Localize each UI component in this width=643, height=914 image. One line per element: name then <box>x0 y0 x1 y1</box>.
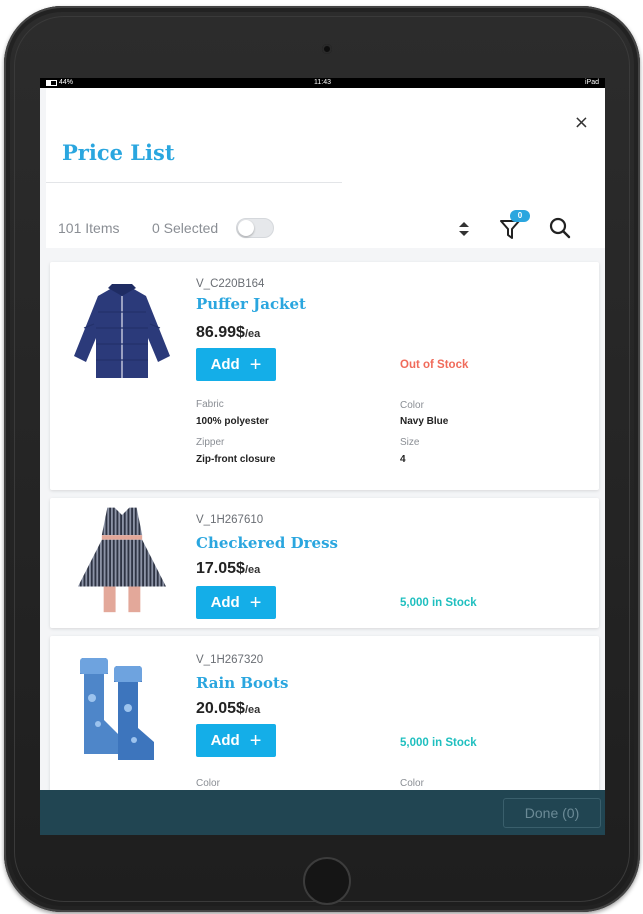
search-icon[interactable] <box>548 216 572 240</box>
attr-label: Fabric <box>196 399 224 410</box>
product-price: 17.05$/ea <box>196 560 260 578</box>
add-button[interactable]: Add + <box>196 724 276 757</box>
product-card: V_1H267320 Rain Boots 20.05$/ea Add + 5,… <box>50 636 599 806</box>
plus-icon: + <box>249 729 262 752</box>
modal-header: × Price List <box>46 88 605 188</box>
items-count: 101 Items <box>58 220 120 236</box>
attr-value: 4 <box>400 454 406 465</box>
price-value: 17.05$ <box>196 560 245 577</box>
product-card: V_C220B164 Puffer Jacket 86.99$/ea Add +… <box>50 262 599 490</box>
attr-label: Zipper <box>196 437 225 448</box>
product-sku: V_C220B164 <box>196 278 265 290</box>
sort-icon[interactable] <box>456 218 472 240</box>
camera <box>322 44 332 54</box>
attr-value: Zip-front closure <box>196 454 276 465</box>
status-device: iPad <box>584 79 599 86</box>
status-bar: 44% 11:43 iPad <box>40 78 605 88</box>
price-unit: /ea <box>244 564 261 576</box>
rain-boots-image <box>80 658 154 760</box>
product-price: 86.99$/ea <box>196 324 260 342</box>
product-price: 20.05$/ea <box>196 700 260 718</box>
toggle-knob <box>238 220 254 236</box>
stock-status: 5,000 in Stock <box>400 737 477 749</box>
attr-value: Navy Blue <box>400 416 449 427</box>
product-name[interactable]: Checkered Dress <box>196 534 338 552</box>
puffer-jacket-image <box>74 284 170 378</box>
product-name[interactable]: Puffer Jacket <box>196 295 306 313</box>
add-button-label: Add <box>210 732 240 749</box>
price-value: 86.99$ <box>196 324 245 341</box>
filter-count-badge: 0 <box>510 210 530 222</box>
stock-status: Out of Stock <box>400 359 469 371</box>
product-name[interactable]: Rain Boots <box>196 674 288 692</box>
add-button[interactable]: Add + <box>196 348 276 381</box>
plus-icon: + <box>249 353 262 376</box>
attr-label: Size <box>400 437 420 448</box>
page-title: Price List <box>62 140 175 165</box>
attr-label: Color <box>196 778 220 789</box>
checkered-dress-image <box>78 507 166 613</box>
product-list: V_C220B164 Puffer Jacket 86.99$/ea Add +… <box>46 254 605 806</box>
price-unit: /ea <box>244 328 261 340</box>
price-unit: /ea <box>244 704 261 716</box>
done-button[interactable]: Done (0) <box>503 798 601 828</box>
stock-status: 5,000 in Stock <box>400 597 477 609</box>
product-card: V_1H267610 Checkered Dress 17.05$/ea Add… <box>50 498 599 628</box>
home-button[interactable] <box>303 857 351 905</box>
select-toggle[interactable] <box>236 218 274 238</box>
plus-icon: + <box>249 591 262 614</box>
close-button[interactable]: × <box>574 114 589 132</box>
screen: 44% 11:43 iPad × Price List 101 Items 0 … <box>40 78 605 835</box>
toolbar: 101 Items 0 Selected 0 <box>46 188 605 248</box>
product-sku: V_1H267320 <box>196 654 264 666</box>
attr-value: 100% polyester <box>196 416 269 427</box>
add-button[interactable]: Add + <box>196 586 276 619</box>
selected-count: 0 Selected <box>152 220 219 236</box>
status-time: 11:43 <box>314 79 331 86</box>
title-divider <box>46 182 342 183</box>
filter-button[interactable]: 0 <box>498 210 530 242</box>
add-button-label: Add <box>210 594 240 611</box>
footer-bar: Done (0) <box>40 790 605 835</box>
add-button-label: Add <box>210 356 240 373</box>
price-value: 20.05$ <box>196 700 245 717</box>
attr-label: Color <box>400 778 424 789</box>
product-sku: V_1H267610 <box>196 514 264 526</box>
attr-label: Color <box>400 400 424 411</box>
